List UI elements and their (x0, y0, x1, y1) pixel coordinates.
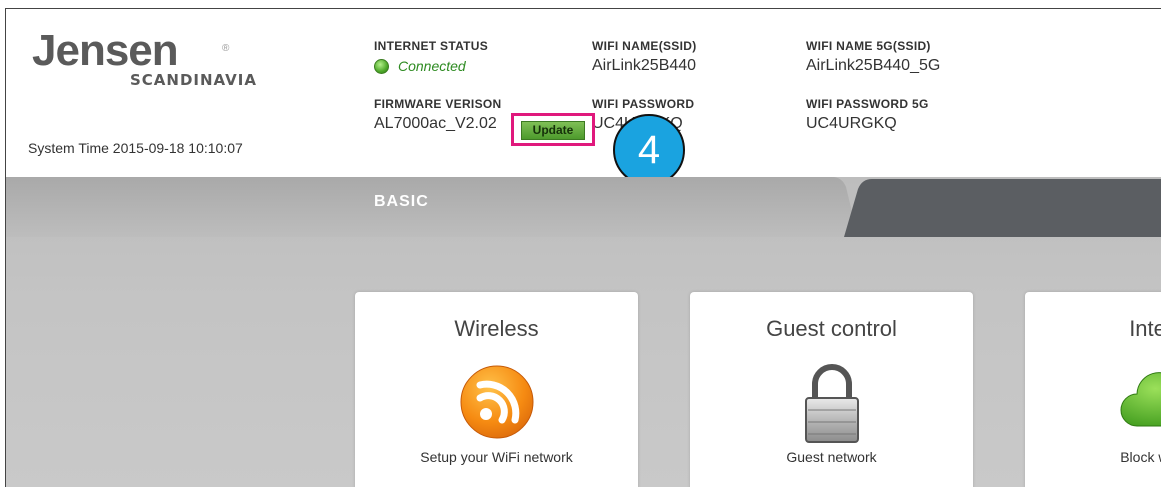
guest-control-card[interactable]: Guest control Guest network (690, 292, 973, 487)
logo-wordmark: Jensen (32, 26, 179, 75)
logo-subtitle: SCANDINAVIA (130, 71, 257, 89)
firmware-update-button[interactable]: Update (521, 121, 585, 140)
tab-advanced-shape[interactable] (844, 179, 1161, 237)
wifi-ssid-5g: WIFI NAME 5G(SSID) AirLink25B440_5G (806, 39, 940, 75)
guest-control-card-description: Guest network (786, 449, 877, 465)
logo-registered-mark: ® (222, 43, 230, 54)
update-highlight-box: Update (511, 113, 595, 146)
system-time: System Time 2015-09-18 10:10:07 (28, 140, 243, 156)
firmware-version: FIRMWARE VERISON AL7000ac_V2.02 (374, 97, 501, 133)
wifi-password-5g: WIFI PASSWORD 5G UC4URGKQ (806, 97, 929, 133)
wifi-password-5g-label: WIFI PASSWORD 5G (806, 97, 929, 111)
wireless-card-title: Wireless (454, 316, 539, 341)
wifi-ssid: WIFI NAME(SSID) AirLink25B440 (592, 39, 697, 75)
internet-card[interactable]: Internet Block websites (1025, 292, 1161, 487)
tab-basic[interactable]: BASIC (374, 193, 429, 211)
internet-status: INTERNET STATUS Connected (374, 39, 488, 74)
wifi-ssid-value: AirLink25B440 (592, 57, 697, 74)
internet-card-title: Internet (1129, 316, 1161, 341)
tab-basic-shape[interactable] (6, 177, 858, 237)
wifi-ssid-5g-value: AirLink25B440_5G (806, 57, 941, 74)
connected-indicator-icon (374, 58, 389, 74)
firmware-version-label: FIRMWARE VERISON (374, 97, 502, 111)
cloud-icon (1120, 372, 1161, 427)
wifi-ssid-5g-label: WIFI NAME 5G(SSID) (806, 39, 931, 53)
internet-status-label: INTERNET STATUS (374, 39, 489, 53)
wifi-password-label: WIFI PASSWORD (592, 97, 695, 111)
firmware-version-value: AL7000ac_V2.02 (374, 115, 497, 132)
wifi-password-5g-value: UC4URGKQ (806, 115, 897, 132)
jensen-logo: Jensen ® SCANDINAVIA (32, 26, 256, 90)
wifi-ssid-label: WIFI NAME(SSID) (592, 39, 697, 53)
padlock-icon (805, 364, 859, 443)
guest-control-card-title: Guest control (766, 316, 897, 341)
wireless-card[interactable]: Wireless Setup your WiFi network (355, 292, 638, 487)
wifi-rss-icon (460, 365, 534, 439)
wireless-card-description: Setup your WiFi network (420, 449, 573, 465)
internet-card-description: Block websites (1120, 449, 1161, 465)
header: Jensen ® SCANDINAVIA System Time 2015-09… (6, 9, 1161, 186)
internet-status-value: Connected (398, 58, 466, 74)
router-admin-window: Jensen ® SCANDINAVIA System Time 2015-09… (5, 8, 1161, 487)
tab-bar (6, 177, 1161, 237)
step-number-badge: 4 (613, 114, 685, 186)
